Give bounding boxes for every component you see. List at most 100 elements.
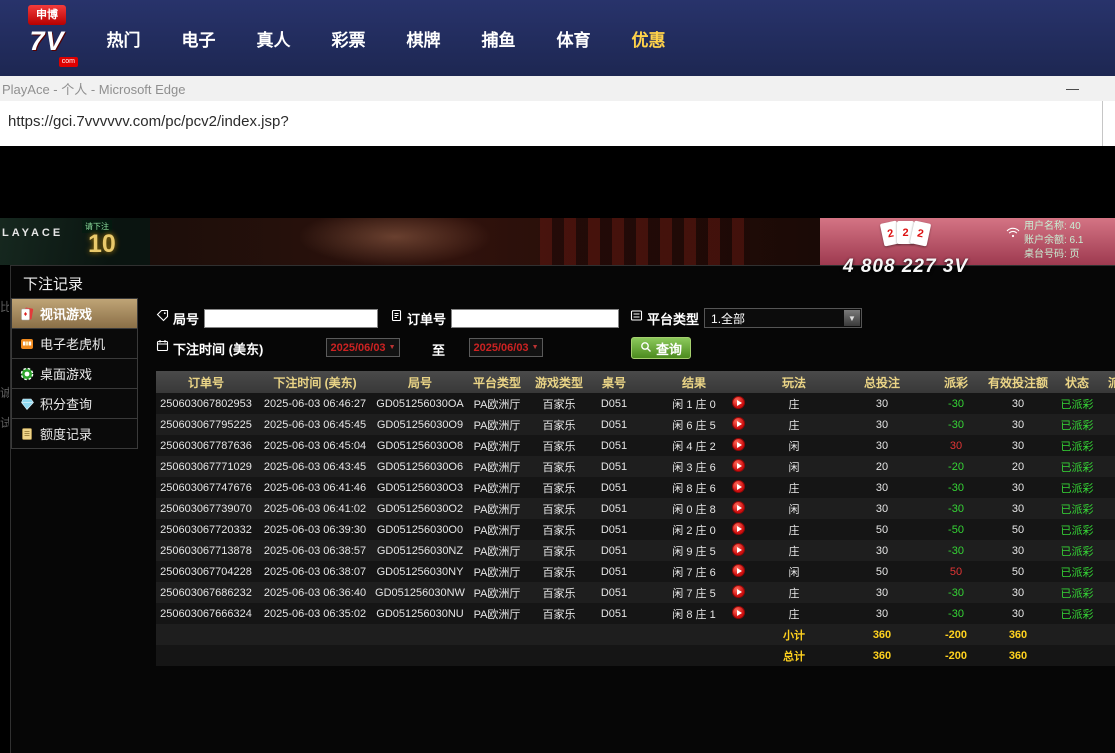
cell-total: 50 [838,519,926,540]
cell-valid: 50 [986,561,1050,582]
play-result-button[interactable] [732,501,745,514]
cards-icon [20,307,34,321]
cell-status: 已派彩 [1050,603,1104,624]
strip-table-area: LAYACE 请下注 10 [0,218,150,265]
platform-type-label: 平台类型 [647,309,699,328]
result-text: 闲 7 庄 5 [672,585,715,601]
page-background: LAYACE 请下注 10 2 2 2 用户名称: 40 账户余额: 6.1 [0,146,1115,753]
column-header: 桌号 [590,371,638,393]
cell-valid: 20 [986,456,1050,477]
cell-order: 250603067713878 [156,540,256,561]
play-result-button[interactable] [732,585,745,598]
cell-result: 闲 4 庄 2 [638,435,750,456]
cell-game: 百家乐 [528,561,590,582]
cell-platform: PA欧洲厅 [466,477,528,498]
minimize-button[interactable]: — [1066,81,1079,96]
cell-table: D051 [590,540,638,561]
play-result-button[interactable] [732,459,745,472]
cell-platform: PA欧洲厅 [466,393,528,414]
result-text: 闲 6 庄 5 [672,417,715,433]
cell-order: 250603067739070 [156,498,256,519]
table-row: 2506030677390702025-06-03 06:41:02GD0512… [156,498,1115,519]
chevron-down-icon[interactable]: ▼ [844,310,860,326]
cell-game: 百家乐 [528,414,590,435]
bet-time-icon [156,339,169,357]
platform-type-select[interactable]: 1.全部 ▼ [704,308,862,328]
play-result-button[interactable] [732,543,745,556]
cell-table: D051 [590,498,638,519]
nav-item-sports[interactable]: 体育 [536,26,611,51]
platform-type-filter: 平台类型 1.全部 ▼ [630,308,862,328]
column-header: 总投注 [838,371,926,393]
cell-result: 闲 7 庄 5 [638,582,750,603]
user-name-line: 用户名称: 40 [1024,220,1083,234]
cell-table [590,645,638,666]
nav-item-live[interactable]: 真人 [236,26,311,51]
table-number-text: 10 [88,230,116,259]
window-title: PlayAce - 个人 - Microsoft Edge [2,79,186,98]
date-from-select[interactable]: 2025/06/03 ▼ [326,338,400,357]
nav-item-promo[interactable]: 优惠 [611,26,686,51]
sidebar-item-video-games[interactable]: 视讯游戏 [11,298,138,329]
cell-valid: 30 [986,477,1050,498]
play-result-button[interactable] [732,480,745,493]
result-text: 闲 0 庄 8 [672,501,715,517]
url-text[interactable]: https://gci.7vvvvvv.com/pc/pcv2/index.js… [8,113,289,130]
cell-payout: 30 [926,435,986,456]
cell-result [638,624,750,645]
chevron-down-icon: ▼ [532,344,539,351]
table-header-row: 订单号下注时间 (美东)局号平台类型游戏类型桌号结果玩法总投注派彩有效投注额状态… [156,371,1115,393]
cell-paytime [1104,414,1115,435]
playing-cards: 2 2 2 [882,222,942,252]
cell-play: 庄 [750,519,838,540]
cell-round: GD051256030NZ [374,540,466,561]
sidebar-item-points-query[interactable]: 积分查询 [11,388,138,419]
nav-item-cards[interactable]: 棋牌 [386,26,461,51]
cell-status: 已派彩 [1050,582,1104,603]
dealer-image-blur [300,218,490,265]
main-menu: 热门 电子 真人 彩票 棋牌 捕鱼 体育 优惠 [86,0,686,76]
play-result-button[interactable] [732,606,745,619]
cell-time: 2025-06-03 06:39:30 [256,519,374,540]
play-result-button[interactable] [732,438,745,451]
nav-item-fishing[interactable]: 捕鱼 [461,26,536,51]
cell-time: 2025-06-03 06:41:46 [256,477,374,498]
cell-play: 闲 [750,435,838,456]
cell-order: 250603067666324 [156,603,256,624]
cell-platform: PA欧洲厅 [466,498,528,519]
cell-total: 30 [838,603,926,624]
cell-table: D051 [590,456,638,477]
site-logo[interactable]: 申博 7V com [18,5,76,71]
balance-line: 账户余额: 6.1 [1024,234,1083,248]
sidebar-item-credit-records[interactable]: 额度记录 [11,418,138,449]
play-result-button[interactable] [732,564,745,577]
play-result-button[interactable] [732,396,745,409]
nav-item-lottery[interactable]: 彩票 [311,26,386,51]
sidebar-item-slots[interactable]: 电子老虎机 [11,328,138,359]
site-navbar: 申博 7V com 热门 电子 真人 彩票 棋牌 捕鱼 体育 优惠 [0,0,1115,76]
cell-status [1050,624,1104,645]
result-text: 闲 8 庄 6 [672,480,715,496]
play-result-button[interactable] [732,417,745,430]
browser-urlbar[interactable]: https://gci.7vvvvvv.com/pc/pcv2/index.js… [0,101,1115,146]
nav-item-hot[interactable]: 热门 [86,26,161,51]
order-number-label: 订单号 [407,309,446,328]
query-button[interactable]: 查询 [631,337,691,359]
diamond-icon [20,397,34,411]
column-header: 派彩 [926,371,986,393]
date-to-select[interactable]: 2025/06/03 ▼ [469,338,543,357]
cell-play: 小计 [750,624,838,645]
table-row: 2506030678029532025-06-03 06:46:27GD0512… [156,393,1115,414]
cell-paytime [1104,603,1115,624]
sidebar-item-table-games[interactable]: 桌面游戏 [11,358,138,389]
cell-play: 闲 [750,498,838,519]
cell-order: 250603067771029 [156,456,256,477]
round-number-input[interactable] [204,309,378,328]
cell-payout: 50 [926,561,986,582]
order-number-input[interactable] [451,309,619,328]
play-result-button[interactable] [732,522,745,535]
chip-icon [20,367,34,381]
strip-dealer-area [150,218,820,265]
table-row: 2506030676862322025-06-03 06:36:40GD0512… [156,582,1115,603]
nav-item-slots[interactable]: 电子 [161,26,236,51]
